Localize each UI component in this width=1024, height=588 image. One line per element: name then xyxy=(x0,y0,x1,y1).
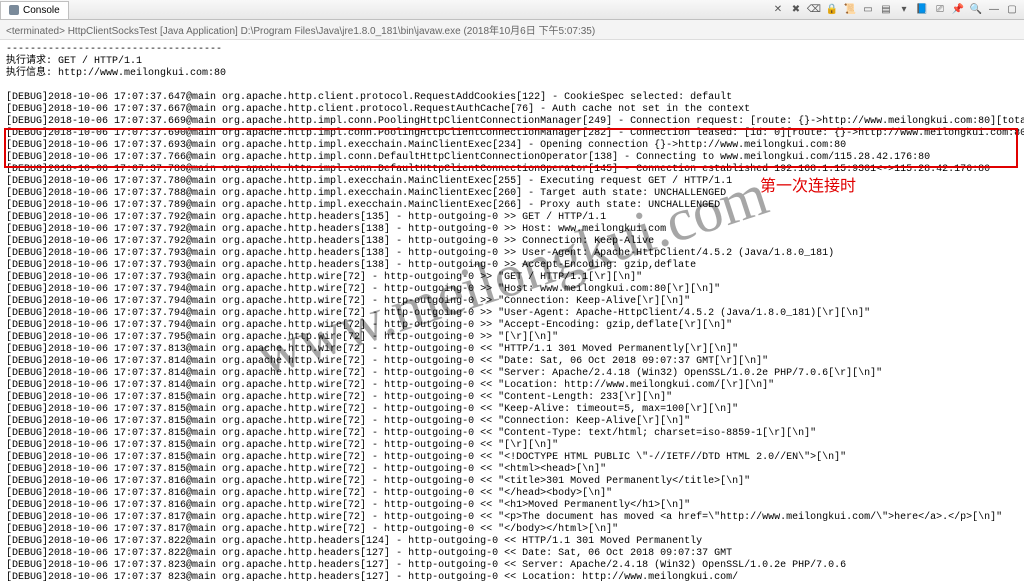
process-status-line: <terminated> HttpClientSocksTest [Java A… xyxy=(0,20,1024,40)
console-toolbar: ✕✖⌫🔒📜▭▤▾📘⎚📌🔍—▢ xyxy=(770,2,1024,18)
book-button[interactable]: 📘 xyxy=(914,2,930,18)
min-button[interactable]: — xyxy=(986,2,1002,18)
view-tabbar: Console ✕✖⌫🔒📜▭▤▾📘⎚📌🔍—▢ xyxy=(0,0,1024,20)
x-gray-button[interactable]: ✕ xyxy=(770,2,786,18)
lock-button[interactable]: 🔒 xyxy=(824,2,840,18)
console-tab[interactable]: Console xyxy=(0,1,69,19)
page-button[interactable]: ▤ xyxy=(878,2,894,18)
console-icon xyxy=(9,5,19,15)
search-button[interactable]: 🔍 xyxy=(968,2,984,18)
down-button[interactable]: ▾ xyxy=(896,2,912,18)
pin-button[interactable]: 📌 xyxy=(950,2,966,18)
console-output[interactable]: ------------------------------------ 执行请… xyxy=(0,40,1024,588)
highlight-label: 第一次连接时 xyxy=(760,172,856,196)
remove-button[interactable]: ⌫ xyxy=(806,2,822,18)
tab-title: Console xyxy=(23,5,60,16)
clear-button[interactable]: ⎚ xyxy=(932,2,948,18)
scroll-button[interactable]: 📜 xyxy=(842,2,858,18)
console-sel-button[interactable]: ▭ xyxy=(860,2,876,18)
xx-red-button[interactable]: ✖ xyxy=(788,2,804,18)
max-button[interactable]: ▢ xyxy=(1004,2,1020,18)
